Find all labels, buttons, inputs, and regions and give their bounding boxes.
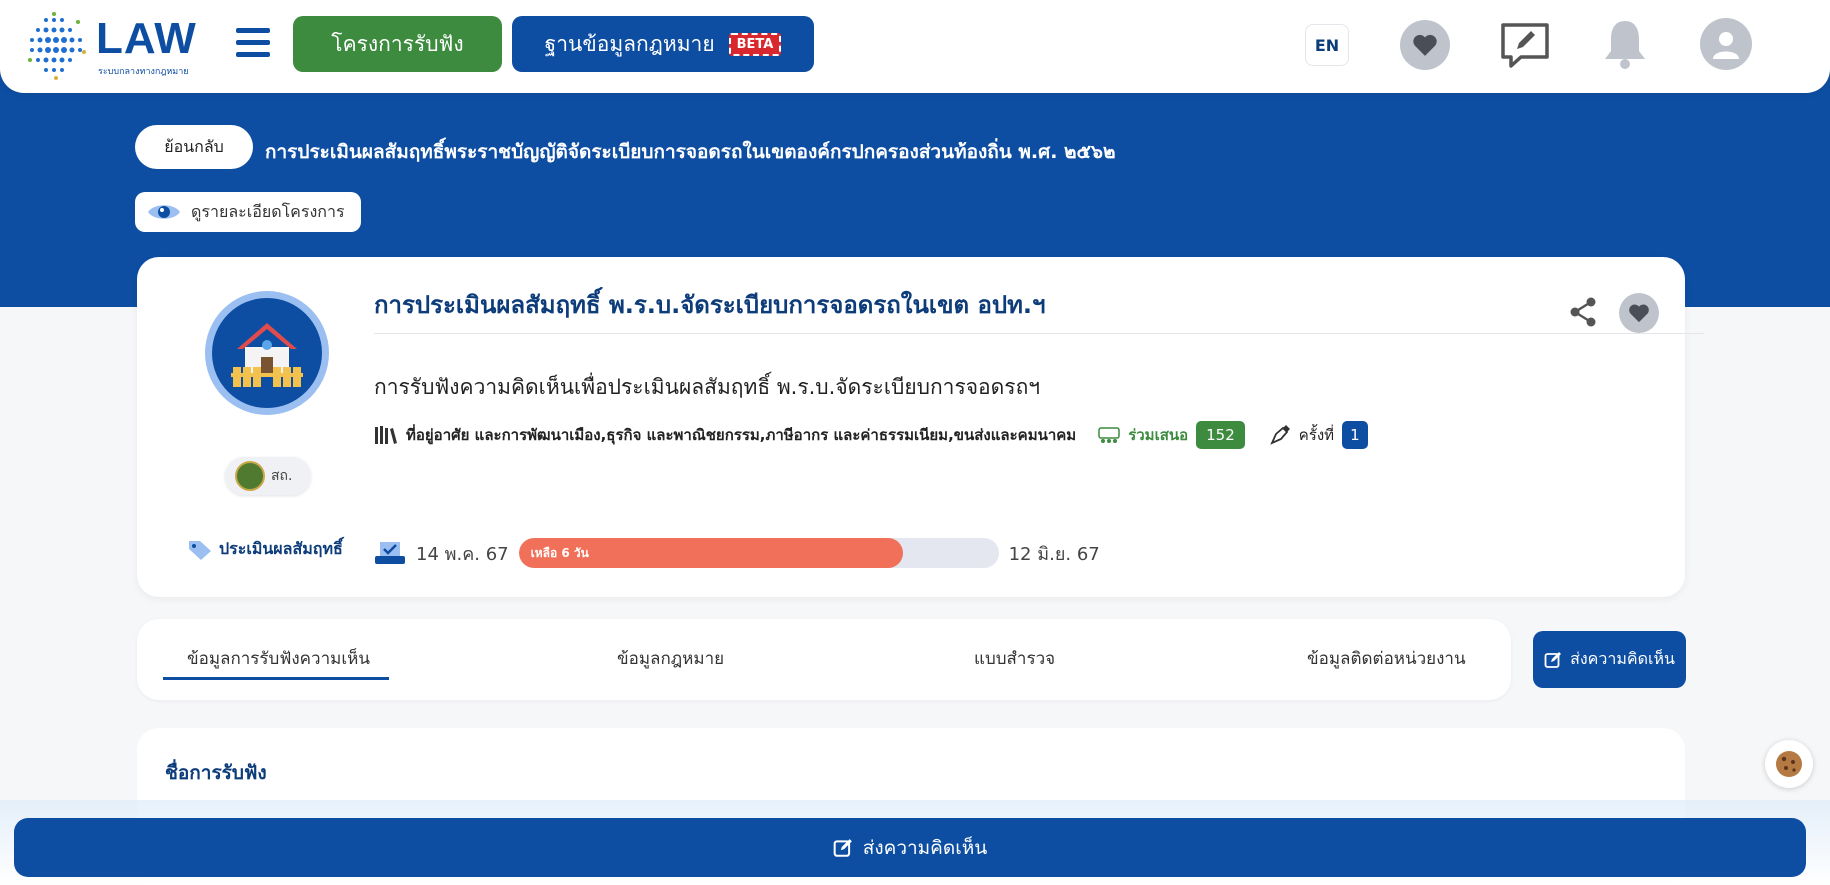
send-comment-button[interactable]: ส่งความคิดเห็น — [1533, 631, 1686, 688]
project-avatar — [205, 291, 329, 415]
active-tab-indicator — [163, 677, 389, 680]
project-meta: ที่อยู่อาศัย และการพัฒนาเมือง,ธุรกิจ และ… — [374, 421, 1368, 449]
hearing-name-heading: ชื่อการรับฟัง — [165, 762, 267, 784]
agency-seal-icon — [235, 461, 265, 491]
edit-icon — [833, 838, 852, 857]
participants-label: ร่วมเสนอ — [1128, 426, 1189, 444]
language-switch[interactable]: EN — [1305, 24, 1349, 66]
participants-count: 152 — [1196, 421, 1245, 449]
logo-dots-icon — [28, 12, 86, 80]
bottom-send-comment-label: ส่งความคิดเห็น — [862, 836, 988, 859]
favorite-heart-icon[interactable] — [1619, 293, 1659, 333]
nav-law-database-button[interactable]: ฐานข้อมูลกฎหมาย BETA — [512, 16, 814, 72]
top-navbar: LAW ระบบกลางทางกฎหมาย โครงการรับฟัง ฐานข… — [0, 0, 1830, 93]
back-button[interactable]: ย้อนกลับ — [135, 125, 253, 169]
tab-hearing-info[interactable]: ข้อมูลการรับฟังความเห็น — [187, 645, 370, 672]
project-type-tag: ประเมินผลสัมฤทธิ์ — [187, 537, 343, 562]
hero-title: การประเมินผลสัมฤทธิ์พระราชบัญญัติจัดระเบ… — [265, 141, 1116, 163]
heart-icon[interactable] — [1400, 20, 1450, 70]
project-categories: ที่อยู่อาศัย และการพัฒนาเมือง,ธุรกิจ และ… — [406, 426, 1077, 444]
tag-icon — [189, 540, 211, 560]
project-card: สถ. ประเมินผลสัมฤทธิ์ การประเมินผลสัมฤทธ… — [137, 257, 1704, 597]
send-comment-label: ส่งความคิดเห็น — [1570, 649, 1675, 668]
timeline: 14 พ.ค. 67 เหลือ 6 วัน 12 มิ.ย. 67 — [374, 538, 1100, 568]
pen-nib-icon — [1269, 425, 1290, 445]
nav-hearings-button[interactable]: โครงการรับฟัง — [293, 16, 502, 72]
tab-law-info[interactable]: ข้อมูลกฎหมาย — [617, 645, 724, 672]
project-subtitle: การรับฟังความคิดเห็นเพื่อประเมินผลสัมฤทธ… — [374, 375, 1041, 399]
round-value: 1 — [1342, 421, 1368, 449]
project-type-label: ประเมินผลสัมฤทธิ์ — [219, 539, 343, 558]
beta-badge: BETA — [728, 32, 782, 56]
eye-icon — [148, 205, 180, 219]
view-project-details-label: ดูรายละเอียดโครงการ — [191, 201, 345, 221]
round-label: ครั้งที่ — [1298, 426, 1335, 444]
participants-icon — [1098, 427, 1120, 443]
view-project-details-button[interactable]: ดูรายละเอียดโครงการ — [135, 192, 361, 232]
bell-icon[interactable] — [1600, 16, 1650, 72]
progress-bar: เหลือ 6 วัน — [518, 538, 999, 568]
tab-agency-contact[interactable]: ข้อมูลติดต่อหน่วยงาน — [1307, 645, 1466, 672]
share-icon[interactable] — [1569, 297, 1597, 331]
tab-survey[interactable]: แบบสำรวจ — [974, 645, 1055, 672]
edit-icon — [1544, 651, 1562, 668]
bottom-send-comment-button[interactable]: ส่งความคิดเห็น — [14, 818, 1806, 877]
end-date: 12 มิ.ย. 67 — [1008, 543, 1100, 565]
logo-text: LAW — [96, 14, 197, 63]
logo-subtitle: ระบบกลางทางกฎหมาย — [98, 67, 189, 77]
ballot-box-icon — [375, 542, 405, 564]
law-logo[interactable]: LAW ระบบกลางทางกฎหมาย — [26, 12, 206, 80]
agency-badge[interactable]: สถ. — [225, 457, 311, 495]
remaining-days: เหลือ 6 วัน — [530, 546, 589, 560]
start-date: 14 พ.ค. 67 — [416, 543, 509, 565]
house-icon — [231, 323, 303, 387]
title-divider — [374, 333, 1704, 334]
menu-icon[interactable] — [236, 28, 270, 58]
user-icon[interactable] — [1700, 18, 1752, 70]
comment-edit-icon[interactable] — [1498, 18, 1552, 72]
tabs-bar: ข้อมูลการรับฟังความเห็น ข้อมูลกฎหมาย แบบ… — [137, 619, 1511, 700]
agency-name: สถ. — [271, 468, 293, 484]
nav-hearings-label: โครงการรับฟัง — [331, 31, 464, 56]
project-title: การประเมินผลสัมฤทธิ์ พ.ร.บ.จัดระเบียบการ… — [374, 291, 1046, 319]
books-icon — [375, 426, 397, 444]
cookie-icon[interactable] — [1765, 740, 1813, 788]
nav-law-database-label: ฐานข้อมูลกฎหมาย — [544, 31, 715, 56]
